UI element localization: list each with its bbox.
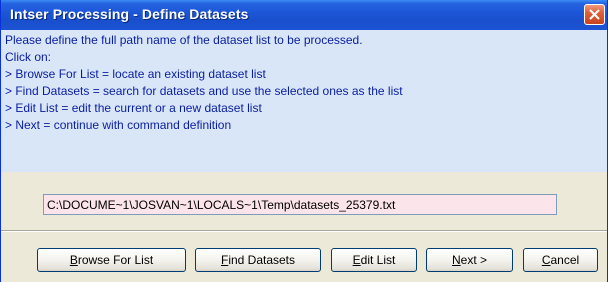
browse-for-list-button[interactable]: Browse For List (37, 248, 186, 272)
next-button[interactable]: Next > (426, 248, 513, 272)
edit-label: dit List (360, 253, 396, 267)
instruction-line: > Next = continue with command definitio… (5, 118, 232, 132)
edit-list-button[interactable]: Edit List (331, 248, 417, 272)
dataset-path-input[interactable] (43, 194, 557, 215)
instructions-panel: Please define the full path name of the … (1, 30, 607, 172)
next-mnemonic: N (451, 253, 461, 267)
browse-label: rowse For List (77, 253, 154, 267)
close-icon (589, 9, 600, 20)
browse-mnemonic: B (69, 253, 78, 267)
separator (1, 230, 607, 232)
instruction-line: Please define the full path name of the … (5, 33, 363, 47)
window-title: Intser Processing - Define Datasets (10, 6, 249, 22)
edit-mnemonic: E (352, 253, 361, 267)
next-label: ext > (460, 253, 488, 267)
instruction-line: > Edit List = edit the current or a new … (5, 101, 262, 115)
dialog-window: Intser Processing - Define Datasets Plea… (0, 0, 608, 282)
instruction-line: > Browse For List = locate an existing d… (5, 67, 266, 81)
cancel-button[interactable]: Cancel (523, 248, 598, 272)
instruction-line: Click on: (5, 50, 52, 64)
cancel-label: ancel (550, 253, 580, 267)
close-button[interactable] (584, 4, 605, 25)
instruction-line: > Find Datasets = search for datasets an… (5, 84, 403, 98)
title-bar[interactable]: Intser Processing - Define Datasets (1, 0, 607, 30)
find-label: ind Datasets (228, 253, 296, 267)
find-datasets-button[interactable]: Find Datasets (195, 248, 321, 272)
